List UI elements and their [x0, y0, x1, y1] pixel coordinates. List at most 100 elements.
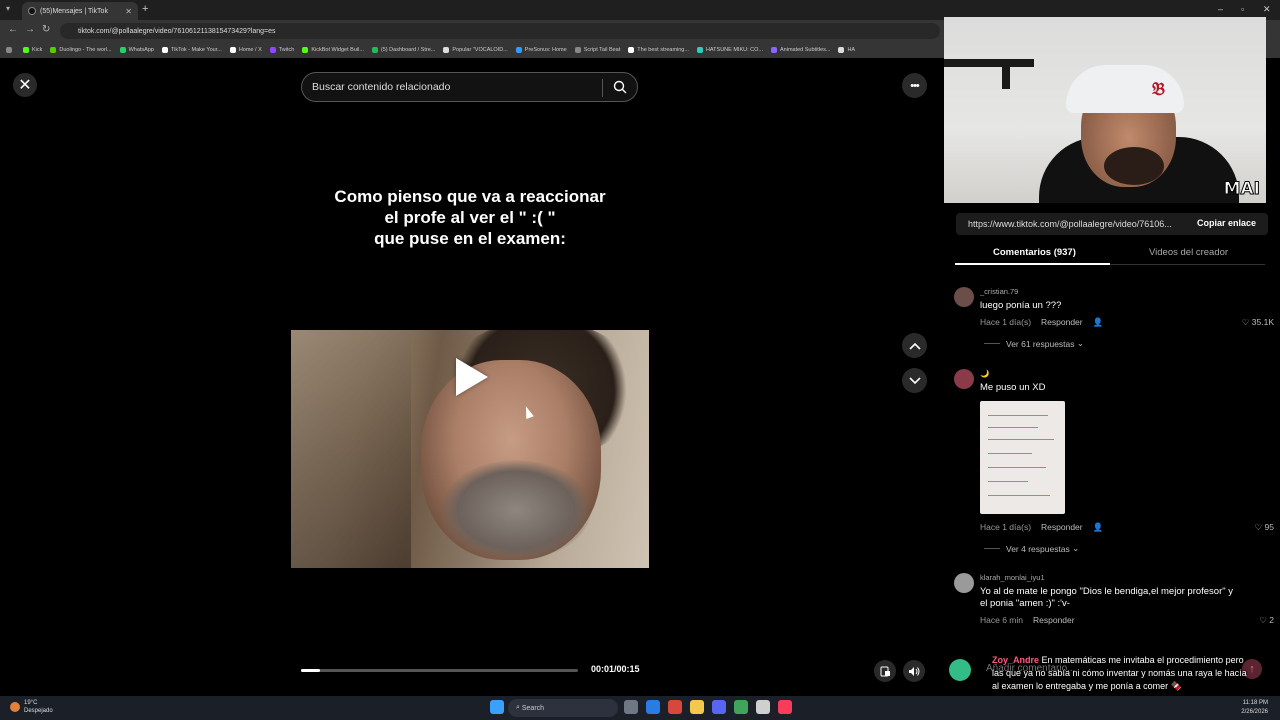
bookmark-item[interactable]: Twitch [269, 47, 294, 53]
caption-line: el profe al ver el " :( " [384, 208, 556, 227]
like-button[interactable]: ♡ 35.1K [1242, 317, 1274, 328]
video-progress-bar[interactable] [301, 669, 578, 672]
discord-icon[interactable] [712, 700, 726, 714]
close-video-button[interactable]: ✕ [13, 73, 37, 97]
comment-time: Hace 1 día(s) [980, 317, 1032, 327]
bookmark-label: Duolingo - The worl... [59, 47, 112, 53]
play-icon[interactable] [456, 358, 488, 396]
close-tab-icon[interactable]: ✕ [125, 7, 132, 16]
reply-button[interactable]: Responder [1041, 317, 1083, 328]
volume-button[interactable] [903, 660, 925, 682]
like-button[interactable]: ♡ 95 [1255, 522, 1274, 533]
tab-comments[interactable]: Comentarios (937) [993, 247, 1076, 258]
maximize-icon[interactable]: ▫ [1241, 4, 1244, 14]
view-replies-label: Ver 61 respuestas [1006, 338, 1075, 349]
windows-start-icon[interactable] [490, 700, 504, 714]
app-icon[interactable] [668, 700, 682, 714]
view-replies-button[interactable]: Ver 4 respuestas ⌄ [984, 543, 1079, 554]
reply-button[interactable]: Responder [1041, 522, 1083, 533]
weather-widget[interactable]: 19°C Despejado [10, 699, 53, 715]
comment-username[interactable]: klarah_monlai_iyu1 [980, 573, 1045, 582]
comment-username[interactable]: _cristian.79 [980, 287, 1018, 296]
bookmark-label: Kick [32, 47, 43, 53]
bookmark-item[interactable]: PreSonus: Home [515, 47, 567, 53]
video-progress-fill [301, 669, 320, 672]
minimize-icon[interactable]: – [1218, 4, 1223, 14]
bookmark-label: Home / X [238, 47, 262, 53]
reply-button[interactable]: Responder [1033, 615, 1075, 625]
bookmark-item[interactable]: Script Tail Beat [574, 47, 620, 53]
bookmark-label: Animated Subtitles... [780, 47, 831, 53]
task-view-icon[interactable] [624, 700, 638, 714]
video-player[interactable]: Como pienso que va a reaccionar el profe… [291, 58, 649, 696]
system-clock[interactable]: 11:18 PM 2/26/2026 [1241, 699, 1268, 717]
file-explorer-icon[interactable] [690, 700, 704, 714]
screen: ▾ (55)Mensajes | TikTok ✕ + – ▫ ✕ ← → ↻ … [0, 0, 1280, 720]
apps-icon[interactable] [6, 47, 15, 53]
bookmark-item[interactable]: Kick [23, 47, 42, 53]
music-icon[interactable] [778, 700, 792, 714]
reload-icon[interactable]: ↻ [42, 24, 50, 35]
tab-title: (55)Mensajes | TikTok [40, 7, 108, 15]
avatar[interactable] [954, 573, 974, 593]
avatar[interactable] [954, 369, 974, 389]
new-tab-icon[interactable]: + [142, 3, 148, 15]
forward-icon[interactable]: → [25, 24, 35, 35]
close-window-icon[interactable]: ✕ [1263, 4, 1271, 15]
bookmark-item[interactable]: (5) Dashboard / Stre... [371, 47, 435, 53]
bookmark-label: PreSonus: Home [524, 47, 567, 53]
creator-liked-icon: 👤 [1092, 522, 1104, 532]
pip-icon [880, 666, 890, 676]
search-icon[interactable] [613, 80, 627, 94]
bookmark-favicon-icon [23, 47, 29, 53]
bookmark-item[interactable]: Animated Subtitles... [771, 47, 830, 53]
next-video-button[interactable] [902, 368, 927, 393]
bookmark-item[interactable]: Home / X [229, 47, 262, 53]
bookmark-item[interactable]: HATSUNE MIKU: CO... [696, 47, 763, 53]
bookmark-label: The best streaming... [637, 47, 689, 53]
chatgpt-icon[interactable] [756, 700, 770, 714]
like-count: 95 [1264, 522, 1274, 532]
share-link[interactable]: https://www.tiktok.com/@pollaalegre/vide… [968, 219, 1172, 229]
comment-username[interactable]: 🌙 [980, 369, 989, 378]
streamer-webcam: 𝔅 MAI [944, 17, 1266, 203]
browser-tab[interactable]: (55)Mensajes | TikTok ✕ [22, 2, 138, 20]
bookmark-item[interactable]: KickBot Widget Buil... [302, 47, 364, 53]
chevron-down-icon [908, 376, 921, 384]
related-search-input[interactable]: Buscar contenido relacionado [301, 72, 638, 102]
avatar[interactable] [954, 287, 974, 307]
chrome-icon[interactable] [734, 700, 748, 714]
comment-meta: Hace 1 día(s) Responder 👤 [980, 522, 1103, 533]
address-bar[interactable]: tiktok.com/@pollaalegre/video/7610612113… [60, 23, 940, 39]
edge-icon[interactable] [646, 700, 660, 714]
comment-time: Hace 1 día(s) [980, 522, 1032, 532]
bookmark-favicon-icon [628, 47, 635, 53]
more-options-icon[interactable]: ••• [902, 73, 927, 98]
bookmark-item[interactable]: The best streaming... [628, 47, 689, 53]
bookmark-favicon-icon [229, 47, 236, 53]
taskbar-search[interactable]: ⌕ Search [508, 699, 618, 717]
search-placeholder: Buscar contenido relacionado [312, 81, 451, 93]
bookmark-item[interactable]: TikTok - Make Your... [161, 47, 222, 53]
chevron-down-icon: ⌄ [1074, 338, 1084, 348]
bookmark-label: Popular "VOCALOID... [452, 47, 508, 53]
comment-image[interactable] [980, 401, 1065, 514]
floating-player-button[interactable] [874, 660, 896, 682]
view-replies-button[interactable]: Ver 61 respuestas ⌄ [984, 338, 1084, 349]
taskbar-search-label: Search [521, 704, 545, 712]
back-icon[interactable]: ← [8, 24, 18, 35]
comment-meta: Hace 6 min Responder [980, 615, 1075, 625]
caption-line: que puse en el examen: [374, 229, 566, 248]
previous-video-button[interactable] [902, 333, 927, 358]
bookmark-favicon-icon [371, 47, 378, 53]
bookmark-item[interactable]: WhatsApp [119, 47, 154, 53]
bookmark-item[interactable]: Popular "VOCALOID... [443, 47, 508, 53]
copy-link-button[interactable]: Copiar enlace [1197, 218, 1256, 228]
bookmark-item[interactable]: Duolingo - The worl... [50, 47, 112, 53]
bookmark-label: KickBot Widget Buil... [311, 47, 364, 53]
tab-creator-videos[interactable]: Videos del creador [1149, 247, 1228, 258]
bookmark-favicon-icon [515, 47, 522, 53]
tab-list-icon[interactable]: ▾ [6, 4, 10, 13]
bookmark-item[interactable]: HA [838, 47, 855, 53]
like-button[interactable]: ♡ 2 [1259, 615, 1274, 626]
